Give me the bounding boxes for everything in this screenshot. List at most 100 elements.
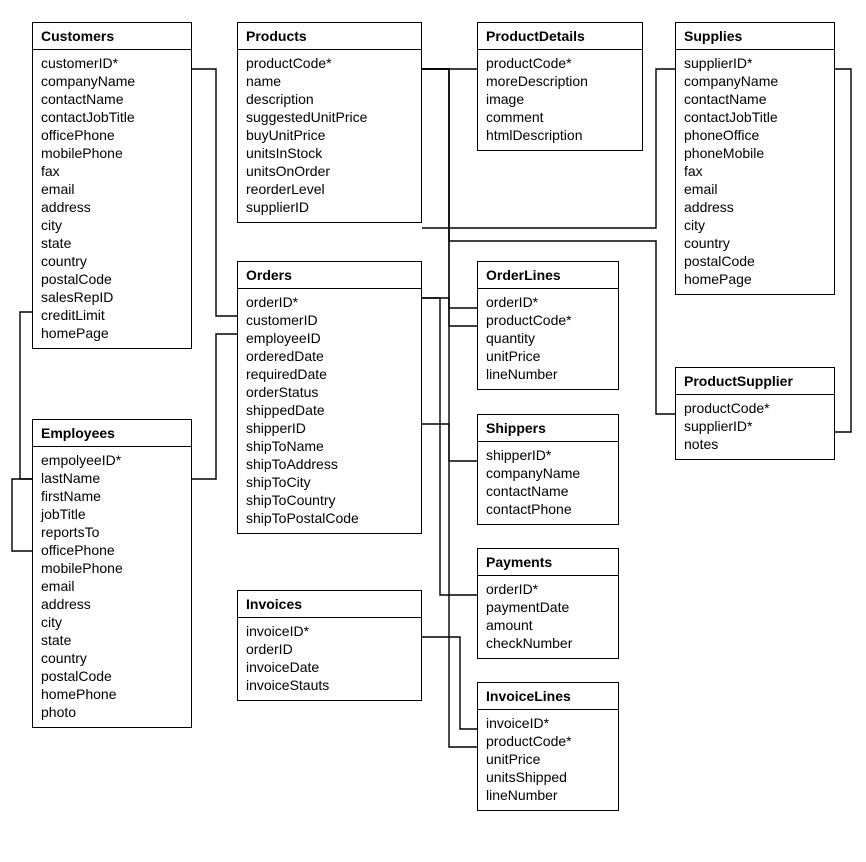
field: homePhone (41, 685, 183, 703)
field: orderID (246, 640, 413, 658)
field: fax (41, 162, 183, 180)
field: contactJobTitle (684, 108, 826, 126)
field: mobilePhone (41, 144, 183, 162)
connector-line (422, 298, 477, 308)
entity-orders: OrdersorderID*customerIDemployeeIDordere… (237, 261, 422, 534)
field: email (41, 180, 183, 198)
entity-invoices: InvoicesinvoiceID*orderIDinvoiceDateinvo… (237, 590, 422, 701)
field: shipperID (246, 419, 413, 437)
connector-line (12, 479, 32, 551)
field: invoiceStauts (246, 676, 413, 694)
field: shipperID* (486, 446, 610, 464)
connector-line (422, 69, 477, 326)
field: moreDescription (486, 72, 634, 90)
field: companyName (41, 72, 183, 90)
field: orderID* (246, 293, 413, 311)
field: buyUnitPrice (246, 126, 413, 144)
field: homePage (41, 324, 183, 342)
field: shipToAddress (246, 455, 413, 473)
field: paymentDate (486, 598, 610, 616)
field: comment (486, 108, 634, 126)
field: customerID* (41, 54, 183, 72)
entity-employees: EmployeesempolyeeID*lastNamefirstNamejob… (32, 419, 192, 728)
field: shipToCity (246, 473, 413, 491)
field: orderStatus (246, 383, 413, 401)
field: unitPrice (486, 750, 610, 768)
field: productCode* (486, 54, 634, 72)
field: contactName (684, 90, 826, 108)
entity-title: Supplies (676, 23, 834, 50)
field: mobilePhone (41, 559, 183, 577)
field: fax (684, 162, 826, 180)
field: checkNumber (486, 634, 610, 652)
entity-fields: invoiceID*orderIDinvoiceDateinvoiceStaut… (238, 618, 421, 700)
field: postalCode (41, 667, 183, 685)
connector-line (422, 69, 477, 747)
field: shippedDate (246, 401, 413, 419)
field: contactName (486, 482, 610, 500)
connector-line (20, 312, 32, 479)
field: lineNumber (486, 365, 610, 383)
field: city (41, 613, 183, 631)
field: lastName (41, 469, 183, 487)
entity-fields: productCode*moreDescriptionimagecommenth… (478, 50, 642, 150)
field: phoneOffice (684, 126, 826, 144)
field: unitPrice (486, 347, 610, 365)
field: unitsOnOrder (246, 162, 413, 180)
field: productCode* (486, 732, 610, 750)
field: requiredDate (246, 365, 413, 383)
field: supplierID (246, 198, 413, 216)
entity-fields: invoiceID*productCode*unitPriceunitsShip… (478, 710, 618, 810)
field: quantity (486, 329, 610, 347)
field: state (41, 631, 183, 649)
entity-payments: PaymentsorderID*paymentDateamountcheckNu… (477, 548, 619, 659)
entity-fields: productCode*supplierID*notes (676, 395, 834, 459)
field: productCode* (684, 399, 826, 417)
field: contactName (41, 90, 183, 108)
entity-title: Employees (33, 420, 191, 447)
field: officePhone (41, 541, 183, 559)
er-diagram-canvas: CustomerscustomerID*companyNamecontactNa… (0, 0, 866, 862)
entity-title: Invoices (238, 591, 421, 618)
field: jobTitle (41, 505, 183, 523)
field: orderedDate (246, 347, 413, 365)
connector-line (192, 334, 237, 479)
field: city (41, 216, 183, 234)
entity-fields: productCode*namedescriptionsuggestedUnit… (238, 50, 421, 222)
entity-invoicelines: InvoiceLinesinvoiceID*productCode*unitPr… (477, 682, 619, 811)
field: address (41, 595, 183, 613)
field: companyName (684, 72, 826, 90)
field: orderID* (486, 580, 610, 598)
field: reorderLevel (246, 180, 413, 198)
entity-fields: supplierID*companyNamecontactNamecontact… (676, 50, 834, 294)
field: shipToName (246, 437, 413, 455)
entity-title: ProductDetails (478, 23, 642, 50)
connector-line (192, 69, 237, 316)
connector-line (422, 637, 477, 729)
entity-title: Shippers (478, 415, 618, 442)
entity-title: OrderLines (478, 262, 618, 289)
connector-line (422, 424, 477, 461)
field: lineNumber (486, 786, 610, 804)
entity-products: ProductsproductCode*namedescriptionsugge… (237, 22, 422, 223)
field: productCode* (246, 54, 413, 72)
field: suggestedUnitPrice (246, 108, 413, 126)
field: creditLimit (41, 306, 183, 324)
connector-line (422, 298, 477, 595)
field: orderID* (486, 293, 610, 311)
field: contactPhone (486, 500, 610, 518)
field: supplierID* (684, 54, 826, 72)
entity-title: Payments (478, 549, 618, 576)
field: country (41, 252, 183, 270)
field: unitsInStock (246, 144, 413, 162)
field: contactJobTitle (41, 108, 183, 126)
field: invoiceID* (246, 622, 413, 640)
field: postalCode (41, 270, 183, 288)
field: country (41, 649, 183, 667)
field: reportsTo (41, 523, 183, 541)
entity-fields: orderID*paymentDateamountcheckNumber (478, 576, 618, 658)
field: email (41, 577, 183, 595)
field: photo (41, 703, 183, 721)
field: shipToCountry (246, 491, 413, 509)
field: name (246, 72, 413, 90)
